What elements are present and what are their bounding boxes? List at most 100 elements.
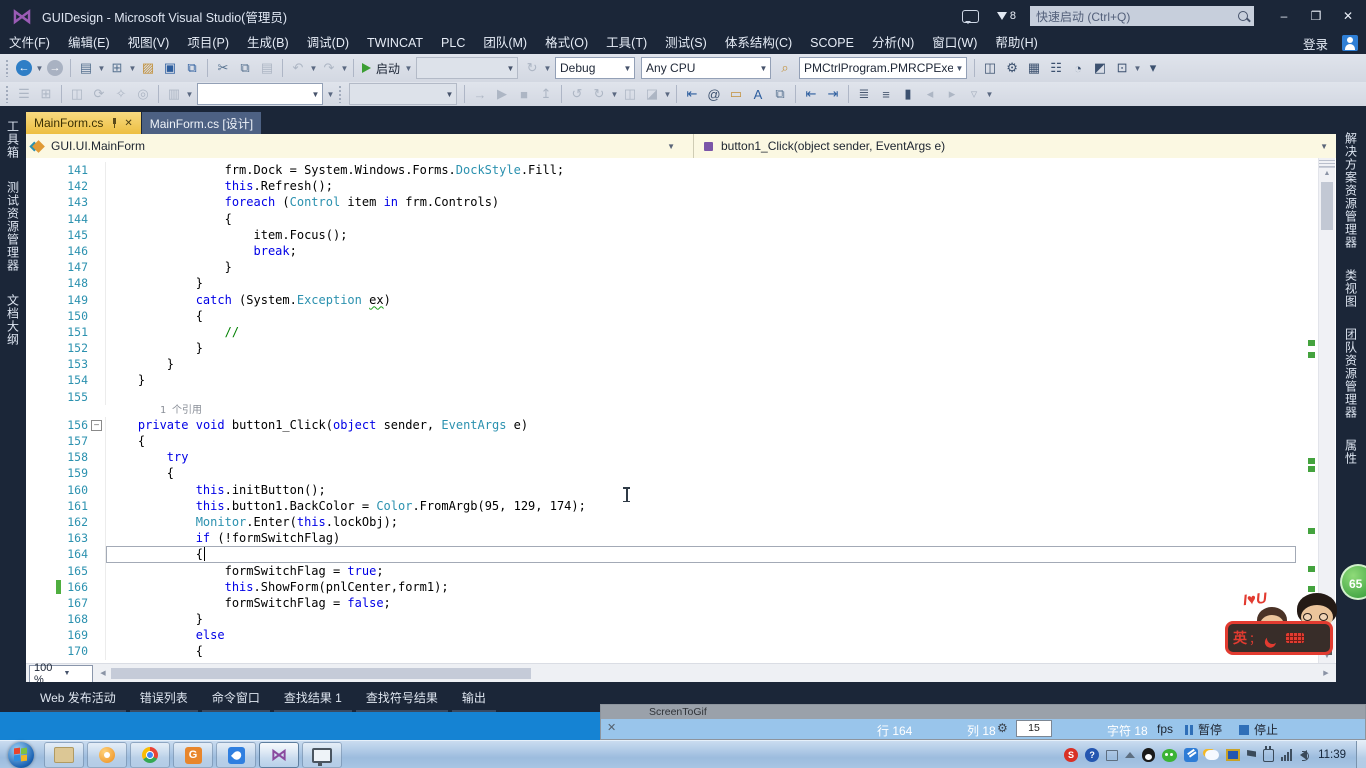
tray-qq-icon[interactable] bbox=[1142, 748, 1156, 762]
code-line[interactable]: 143 foreach (Control item in frm.Control… bbox=[26, 194, 1296, 211]
taskbar-app-desktop[interactable] bbox=[44, 742, 84, 768]
find-combo[interactable]: ▼ bbox=[197, 83, 323, 105]
panel-tab[interactable]: 查找符号结果 bbox=[355, 682, 448, 714]
tray-weather-icon[interactable] bbox=[1205, 750, 1220, 760]
start-debug-button[interactable]: 启动 bbox=[358, 57, 404, 79]
restore-button[interactable]: ❒ bbox=[1302, 5, 1330, 27]
menu-item[interactable]: 调试(D) bbox=[298, 32, 358, 54]
menu-item[interactable]: 团队(M) bbox=[474, 32, 536, 54]
taskbar-clock[interactable]: 11:39 bbox=[1318, 749, 1346, 761]
copy-code-icon[interactable]: ⧉ bbox=[769, 83, 791, 105]
chevron-down-icon[interactable]: ▼ bbox=[443, 90, 456, 99]
chevron-down-icon[interactable]: ▼ bbox=[985, 83, 994, 105]
code-line[interactable]: 148 } bbox=[26, 275, 1296, 292]
solution-explorer-icon[interactable]: ◫ bbox=[979, 57, 1001, 79]
uncomment-lines-icon[interactable]: ≡ bbox=[875, 83, 897, 105]
menu-item[interactable]: 帮助(H) bbox=[986, 32, 1046, 54]
code-line[interactable]: 169 else bbox=[26, 627, 1296, 644]
tray-power-icon[interactable] bbox=[1263, 745, 1275, 762]
breakpoint-margin[interactable] bbox=[26, 595, 58, 611]
minimize-button[interactable]: – bbox=[1270, 5, 1298, 27]
code-text[interactable]: { bbox=[106, 433, 1296, 449]
solution-platforms-combo[interactable]: Any CPU ▼ bbox=[641, 57, 772, 79]
chevron-down-icon[interactable]: ▼ bbox=[1320, 142, 1328, 151]
chevron-down-icon[interactable]: ▼ bbox=[621, 64, 634, 73]
quick-launch-input[interactable]: 快速启动 (Ctrl+Q) bbox=[1030, 6, 1254, 26]
code-text[interactable]: formSwitchFlag = false; bbox=[106, 595, 1296, 611]
code-line[interactable]: 161 this.button1.BackColor = Color.FromA… bbox=[26, 497, 1296, 514]
chevron-down-icon[interactable]: ▼ bbox=[185, 83, 194, 105]
taskbar-app-blue[interactable] bbox=[216, 742, 256, 768]
navigate-forward-icon[interactable]: → bbox=[44, 57, 66, 79]
code-text[interactable]: this.ShowForm(pnlCenter,form1); bbox=[106, 579, 1296, 595]
chevron-down-icon[interactable]: ▼ bbox=[97, 57, 106, 79]
tray-gallery-icon[interactable] bbox=[1226, 749, 1241, 761]
extensions-icon[interactable]: ⊡ bbox=[1111, 57, 1133, 79]
team-explorer-icon[interactable]: ◔ bbox=[1067, 57, 1089, 79]
feedback-icon[interactable] bbox=[961, 9, 979, 24]
code-line[interactable]: 166 this.ShowForm(pnlCenter,form1); bbox=[26, 578, 1296, 595]
code-line[interactable]: 149 catch (System.Exception ex) bbox=[26, 291, 1296, 308]
ime-punct-label[interactable]: ； bbox=[1249, 630, 1261, 647]
breakpoint-margin[interactable] bbox=[26, 417, 58, 433]
cut-icon[interactable]: ✂ bbox=[212, 57, 234, 79]
breakpoint-margin[interactable] bbox=[26, 498, 58, 514]
menu-item[interactable]: 项目(P) bbox=[178, 32, 238, 54]
run-target-combo[interactable]: ▼ bbox=[416, 57, 519, 79]
code-line[interactable]: 153 } bbox=[26, 356, 1296, 373]
attach-to-process-icon[interactable]: ⌕ bbox=[774, 57, 796, 79]
hscrollbar-thumb[interactable] bbox=[111, 668, 531, 679]
scroll-left-icon[interactable]: ◀ bbox=[97, 666, 109, 681]
toolbar-grip[interactable] bbox=[338, 85, 343, 103]
code-line[interactable]: 151 // bbox=[26, 323, 1296, 341]
breakpoint-margin[interactable] bbox=[26, 389, 58, 405]
breakpoint-margin[interactable] bbox=[26, 546, 58, 562]
breakpoint-margin[interactable] bbox=[26, 482, 58, 498]
menu-item[interactable]: 格式(O) bbox=[536, 32, 597, 54]
open-file-icon[interactable]: ▨ bbox=[137, 57, 159, 79]
menu-item[interactable]: TWINCAT bbox=[358, 32, 432, 54]
breakpoint-margin[interactable] bbox=[26, 433, 58, 449]
code-text[interactable] bbox=[106, 389, 1296, 405]
code-line[interactable]: 159 { bbox=[26, 465, 1296, 482]
breakpoint-margin[interactable] bbox=[26, 356, 58, 372]
code-text[interactable]: try bbox=[106, 449, 1296, 465]
copy-icon[interactable]: ⧉ bbox=[234, 57, 256, 79]
code-text[interactable]: { bbox=[106, 211, 1296, 227]
tray-network-icon[interactable] bbox=[1281, 749, 1293, 761]
code-line[interactable]: 160 this.initButton(); bbox=[26, 481, 1296, 498]
new-project-icon[interactable]: ▤ bbox=[75, 57, 97, 79]
breakpoint-margin[interactable] bbox=[26, 514, 58, 530]
breakpoint-margin[interactable] bbox=[26, 308, 58, 324]
menu-item[interactable]: 测试(S) bbox=[656, 32, 716, 54]
tray-window-icon[interactable] bbox=[1106, 749, 1119, 761]
code-lines[interactable]: 141 frm.Dock = System.Windows.Forms.Dock… bbox=[26, 158, 1296, 660]
code-line[interactable]: 150 { bbox=[26, 307, 1296, 324]
code-text[interactable]: this.button1.BackColor = Color.FromArgb(… bbox=[106, 498, 1296, 514]
zoom-select[interactable]: 100 % ▼ bbox=[29, 662, 93, 686]
add-new-item-icon[interactable]: ⊞ bbox=[106, 57, 128, 79]
mention-icon[interactable]: @ bbox=[703, 83, 725, 105]
side-tab[interactable]: 属性 bbox=[1343, 431, 1360, 473]
chevron-down-icon[interactable]: ▼ bbox=[340, 57, 349, 79]
breakpoint-margin[interactable] bbox=[26, 530, 58, 546]
code-text[interactable]: { bbox=[106, 546, 1296, 562]
menu-item[interactable]: 窗口(W) bbox=[923, 32, 986, 54]
code-text[interactable]: } bbox=[106, 275, 1296, 291]
user-avatar-icon[interactable] bbox=[1342, 35, 1358, 51]
pause-button[interactable]: 暂停 bbox=[1185, 721, 1222, 738]
code-text[interactable]: } bbox=[106, 259, 1296, 275]
breakpoint-margin[interactable] bbox=[26, 465, 58, 481]
breakpoint-margin[interactable] bbox=[26, 227, 58, 243]
close-icon[interactable]: ✕ bbox=[607, 721, 616, 734]
title-bar[interactable]: ⋈ GUIDesign - Microsoft Visual Studio(管理… bbox=[0, 0, 1366, 32]
search-scope-combo[interactable]: ▼ bbox=[349, 83, 457, 105]
code-line[interactable]: 162 Monitor.Enter(this.lockObj); bbox=[26, 513, 1296, 531]
code-line[interactable]: 157 { bbox=[26, 433, 1296, 450]
notifications-button[interactable]: 8 bbox=[996, 10, 1016, 22]
tray-volume-icon[interactable] bbox=[1300, 750, 1310, 761]
menu-item[interactable]: 生成(B) bbox=[238, 32, 298, 54]
code-line[interactable]: 170 { bbox=[26, 643, 1296, 660]
menu-item[interactable]: 工具(T) bbox=[597, 32, 656, 54]
breakpoint-margin[interactable] bbox=[26, 275, 58, 291]
